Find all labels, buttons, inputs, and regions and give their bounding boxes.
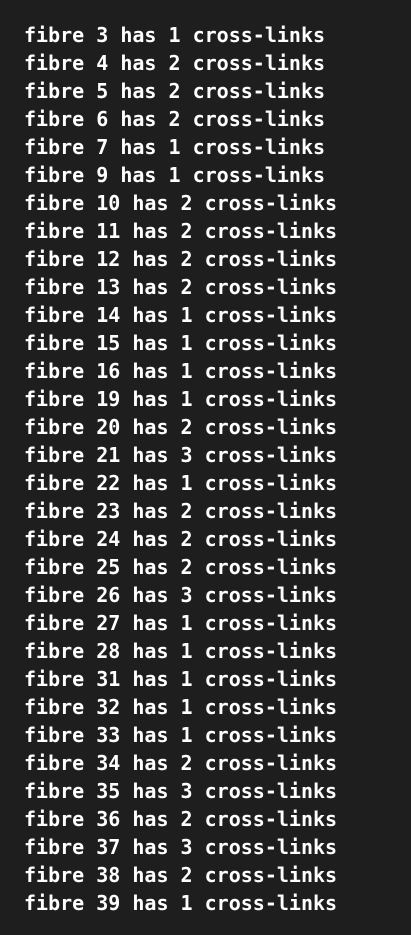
output-line: fibre 31 has 1 cross-links: [24, 667, 338, 691]
output-line: fibre 27 has 1 cross-links: [24, 611, 338, 635]
output-line: fibre 37 has 3 cross-links: [24, 835, 338, 859]
output-line: fibre 21 has 3 cross-links: [24, 443, 338, 467]
output-line: fibre 14 has 1 cross-links: [24, 303, 338, 327]
output-line: fibre 10 has 2 cross-links: [24, 191, 338, 215]
output-line: fibre 24 has 2 cross-links: [24, 527, 338, 551]
output-line: fibre 35 has 3 cross-links: [24, 779, 338, 803]
output-line: fibre 4 has 2 cross-links: [24, 51, 326, 75]
output-line: fibre 33 has 1 cross-links: [24, 723, 338, 747]
output-line: fibre 7 has 1 cross-links: [24, 135, 326, 159]
output-line: fibre 11 has 2 cross-links: [24, 219, 338, 243]
output-line: fibre 26 has 3 cross-links: [24, 583, 338, 607]
output-line: fibre 3 has 1 cross-links: [24, 23, 326, 47]
output-line: fibre 38 has 2 cross-links: [24, 863, 338, 887]
output-line: fibre 25 has 2 cross-links: [24, 555, 338, 579]
output-line: fibre 6 has 2 cross-links: [24, 107, 326, 131]
output-line: fibre 22 has 1 cross-links: [24, 471, 338, 495]
output-line: fibre 34 has 2 cross-links: [24, 751, 338, 775]
output-line: fibre 36 has 2 cross-links: [24, 807, 338, 831]
output-line: fibre 28 has 1 cross-links: [24, 639, 338, 663]
output-line: fibre 13 has 2 cross-links: [24, 275, 338, 299]
output-line: fibre 9 has 1 cross-links: [24, 163, 326, 187]
terminal-window: { "colors": { "background": "#1e1e1e", "…: [0, 0, 411, 935]
output-line: fibre 23 has 2 cross-links: [24, 499, 338, 523]
output-line: fibre 15 has 1 cross-links: [24, 331, 338, 355]
output-line: fibre 39 has 1 cross-links: [24, 891, 338, 915]
output-line: fibre 19 has 1 cross-links: [24, 387, 338, 411]
terminal-output: fibre 3 has 1 cross-links fibre 4 has 2 …: [24, 21, 337, 917]
output-line: fibre 16 has 1 cross-links: [24, 359, 338, 383]
output-line: fibre 32 has 1 cross-links: [24, 695, 338, 719]
output-line: fibre 12 has 2 cross-links: [24, 247, 338, 271]
output-line: fibre 20 has 2 cross-links: [24, 415, 338, 439]
output-line: fibre 5 has 2 cross-links: [24, 79, 326, 103]
